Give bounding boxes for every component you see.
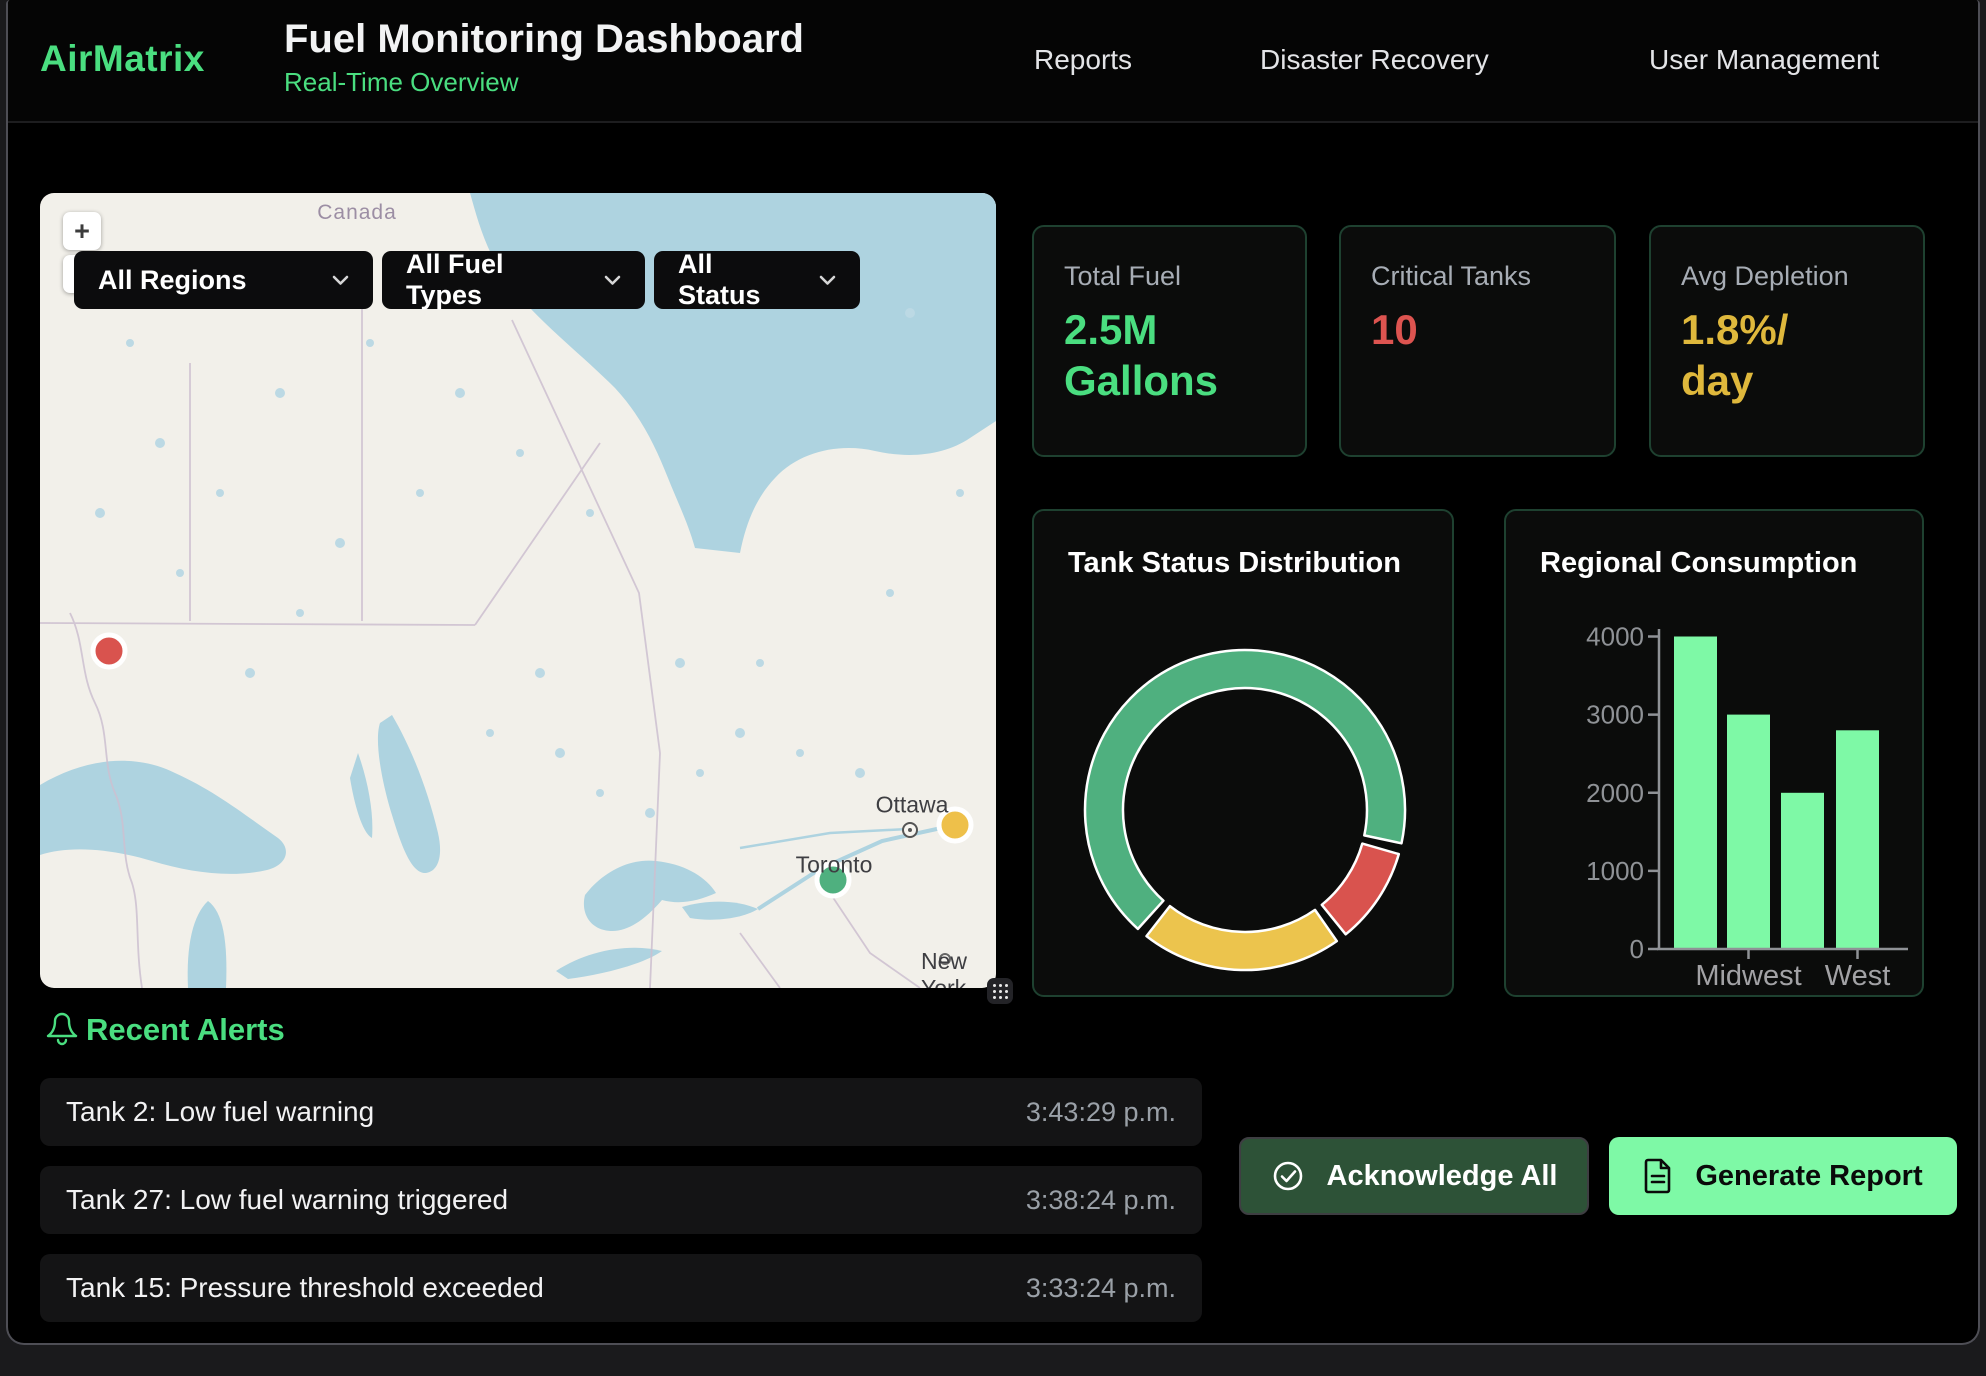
generate-report-label: Generate Report — [1695, 1160, 1922, 1193]
generate-report-button[interactable]: Generate Report — [1609, 1137, 1957, 1215]
alert-timestamp: 3:38:24 p.m. — [1026, 1185, 1176, 1216]
nav-user-management[interactable]: User Management — [1649, 44, 1879, 76]
tank-status-card: Tank Status Distribution — [1032, 509, 1454, 997]
map-label-ottawa: Ottawa — [876, 792, 949, 819]
page-subtitle: Real-Time Overview — [284, 64, 804, 100]
donut-segment-critical — [1322, 844, 1399, 935]
alert-row: Tank 27: Low fuel warning triggered 3:38… — [40, 1166, 1202, 1234]
title-block: Fuel Monitoring Dashboard Real-Time Over… — [284, 14, 804, 100]
bell-icon — [44, 1010, 78, 1046]
bar-3 — [1836, 730, 1879, 949]
stat-value: 1.8%/day — [1681, 304, 1893, 406]
stat-value: 10 — [1371, 304, 1584, 355]
bar-1 — [1727, 715, 1770, 949]
y-axis-tick-label: 1000 — [1586, 856, 1644, 886]
donut-chart-title: Tank Status Distribution — [1068, 547, 1401, 580]
tank-marker-critical[interactable] — [93, 635, 125, 667]
acknowledge-all-button[interactable]: Acknowledge All — [1239, 1137, 1589, 1215]
filter-status-label: All Status — [678, 249, 799, 311]
bar-0 — [1674, 637, 1717, 950]
nav-reports[interactable]: Reports — [1034, 44, 1132, 76]
map-label-toronto: Toronto — [796, 852, 873, 879]
bar-2 — [1781, 793, 1824, 949]
header: AirMatrix Fuel Monitoring Dashboard Real… — [8, 0, 1978, 123]
map-zoom-in-button[interactable]: + — [63, 212, 101, 250]
y-axis-tick-label: 2000 — [1586, 778, 1644, 808]
recent-alerts-title: Recent Alerts — [86, 1012, 285, 1048]
x-axis-tick-label: Midwest — [1695, 960, 1801, 992]
nav-disaster-recovery[interactable]: Disaster Recovery — [1260, 44, 1489, 76]
stat-label: Total Fuel — [1064, 261, 1275, 292]
chevron-down-icon — [604, 275, 621, 286]
regional-consumption-card: Regional Consumption 01000200030004000Mi… — [1504, 509, 1924, 997]
y-axis-tick-label: 0 — [1630, 934, 1644, 964]
y-axis-tick-label: 3000 — [1586, 700, 1644, 730]
y-axis-tick-label: 4000 — [1586, 622, 1644, 652]
stat-label: Avg Depletion — [1681, 261, 1893, 292]
alert-message: Tank 27: Low fuel warning triggered — [66, 1184, 508, 1216]
regional-consumption-bar-chart: 0 1000 2000 3000 4000 Midwest West — [1506, 511, 1926, 999]
alert-message: Tank 2: Low fuel warning — [66, 1096, 374, 1128]
chevron-down-icon — [819, 275, 836, 286]
alert-timestamp: 3:43:29 p.m. — [1026, 1097, 1176, 1128]
alert-row: Tank 2: Low fuel warning 3:43:29 p.m. — [40, 1078, 1202, 1146]
page-title: Fuel Monitoring Dashboard — [284, 14, 804, 64]
alert-timestamp: 3:33:24 p.m. — [1026, 1273, 1176, 1304]
acknowledge-all-label: Acknowledge All — [1327, 1160, 1558, 1193]
app-window: AirMatrix Fuel Monitoring Dashboard Real… — [6, 0, 1980, 1345]
alert-row: Tank 15: Pressure threshold exceeded 3:3… — [40, 1254, 1202, 1322]
chevron-down-icon — [332, 275, 349, 286]
filter-status-dropdown[interactable]: All Status — [654, 251, 860, 309]
filter-fuel-types-label: All Fuel Types — [406, 249, 584, 311]
stat-card-total-fuel: Total Fuel 2.5MGallons — [1032, 225, 1307, 457]
stat-label: Critical Tanks — [1371, 261, 1584, 292]
stat-card-avg-depletion: Avg Depletion 1.8%/day — [1649, 225, 1925, 457]
x-axis-tick-label: West — [1825, 960, 1891, 992]
brand-logo: AirMatrix — [40, 38, 205, 80]
stat-value: 2.5MGallons — [1064, 304, 1275, 406]
filter-regions-dropdown[interactable]: All Regions — [74, 251, 373, 309]
alert-message: Tank 15: Pressure threshold exceeded — [66, 1272, 544, 1304]
map-panel[interactable]: Canada Ottawa Toronto New York + All Reg… — [40, 193, 996, 988]
tank-status-donut-chart — [1034, 579, 1456, 999]
map-label-newyork: New York — [921, 948, 971, 988]
map-filters: All Regions All Fuel Types All Status — [74, 251, 860, 309]
check-circle-icon — [1271, 1159, 1305, 1193]
filter-regions-label: All Regions — [98, 265, 247, 296]
document-icon — [1643, 1158, 1673, 1194]
map-label-canada: Canada — [317, 201, 397, 225]
stat-card-critical-tanks: Critical Tanks 10 — [1339, 225, 1616, 457]
donut-segment-warning — [1147, 906, 1337, 970]
filter-fuel-types-dropdown[interactable]: All Fuel Types — [382, 251, 645, 309]
resize-grid-icon[interactable] — [987, 978, 1013, 1004]
